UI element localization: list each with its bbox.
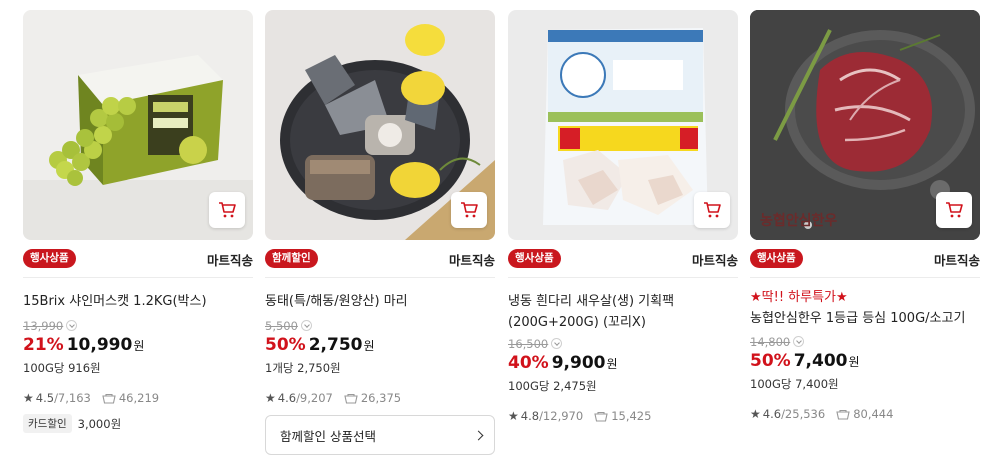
discount-percent: 50% <box>265 335 306 355</box>
chevron-down-icon[interactable] <box>66 320 78 331</box>
rating-value: 4.6 <box>762 407 782 421</box>
product-image[interactable] <box>265 10 495 240</box>
shipping-label: 마트직송 <box>691 253 738 268</box>
rating-value: 4.6 <box>277 391 297 405</box>
shipping-label: 마트직송 <box>448 253 495 268</box>
shopping-cart-icon <box>461 202 478 218</box>
review-count: /7,163 <box>54 391 91 405</box>
purchase-count: 15,425 <box>611 409 652 423</box>
sale-price: 50% 2,750원 <box>265 335 375 355</box>
card-discount-tag: 카드할인 <box>23 414 72 433</box>
price-amount: 2,750 <box>308 335 363 355</box>
product-name[interactable]: 동태(특/해동/원양산) 마리 <box>265 291 495 312</box>
discount-percent: 21% <box>23 335 64 355</box>
unit-price: 100G당 7,400원 <box>750 377 839 391</box>
unit-price: 100G당 916원 <box>23 361 101 375</box>
card-discount-amount: 3,000원 <box>77 416 122 431</box>
original-price: 5,500 <box>265 319 495 333</box>
star-icon: ★ <box>508 409 519 423</box>
original-price: 16,500 <box>508 337 738 351</box>
product-meta: ★ 4.6 /9,207 26,375 <box>265 391 495 405</box>
price-amount: 10,990 <box>66 335 133 355</box>
product-name[interactable]: 냉동 흰다리 새우살(생) 기획팩(200G+200G) (꼬리X) <box>508 291 738 333</box>
card-discount: 카드할인 3,000원 <box>23 414 253 433</box>
shipping-label: 마트직송 <box>206 253 253 268</box>
event-badge: 행사상품 <box>508 249 561 268</box>
rating-value: 4.5 <box>35 391 55 405</box>
purchase-count: 80,444 <box>853 407 894 421</box>
product-name[interactable]: 15Brix 샤인머스캣 1.2KG(박스) <box>23 291 253 312</box>
product-image[interactable]: 농협안심한우 <box>750 10 980 240</box>
purchase-count: 46,219 <box>118 391 160 405</box>
product-meta: ★ 4.8 /12,970 15,425 <box>508 409 738 423</box>
sale-price: 40% 9,900원 <box>508 353 618 373</box>
purchase-bag-icon <box>344 393 358 404</box>
purchase-count: 26,375 <box>360 391 402 405</box>
event-badge: 행사상품 <box>23 249 76 268</box>
nh-hanwoo-logo-text: 농협안심한우 <box>760 212 837 228</box>
discount-percent: 40% <box>508 353 549 373</box>
purchase-bag-icon <box>836 409 850 420</box>
product-meta: ★ 4.5 /7,163 46,219 <box>23 391 253 405</box>
shipping-label: 마트직송 <box>933 253 980 268</box>
shopping-cart-icon <box>946 202 963 218</box>
original-price: 13,990 <box>23 319 253 333</box>
star-icon: ★ <box>750 407 761 421</box>
product-card[interactable]: 함께할인 마트직송 동태(특/해동/원양산) 마리 5,500 50% 2,750… <box>265 10 495 455</box>
purchase-bag-icon <box>102 393 116 404</box>
product-card[interactable]: 행사상품 마트직송 15Brix 샤인머스캣 1.2KG(박스) 13,990 … <box>23 10 253 433</box>
add-to-cart-button[interactable] <box>451 192 487 228</box>
bundle-option-select-button[interactable]: 함께할인 상품선택 <box>265 415 495 455</box>
rating-value: 4.8 <box>520 409 540 423</box>
product-meta: ★ 4.6 /25,536 80,444 <box>750 407 980 421</box>
review-count: /12,970 <box>539 409 584 423</box>
price-amount: 7,400 <box>793 351 848 371</box>
sale-price: 21% 10,990원 <box>23 335 145 355</box>
sale-price: 50% 7,400원 <box>750 351 860 371</box>
purchase-bag-icon <box>594 411 608 422</box>
add-to-cart-button[interactable] <box>694 192 730 228</box>
product-image[interactable] <box>23 10 253 240</box>
chevron-right-icon <box>473 430 484 440</box>
product-name[interactable]: 농협안심한우 1등급 등심 100G/소고기 <box>750 308 980 329</box>
product-card[interactable]: 농협안심한우 행사상품 마트직송 ★딱!! 하루특가★ 농협안심한우 1등급 등… <box>750 10 980 421</box>
chevron-down-icon[interactable] <box>300 320 312 331</box>
add-to-cart-button[interactable] <box>936 192 972 228</box>
chevron-down-icon[interactable] <box>793 336 805 347</box>
unit-price: 1개당 2,750원 <box>265 361 341 375</box>
unit-price: 100G당 2,475원 <box>508 379 597 393</box>
review-count: /9,207 <box>296 391 333 405</box>
discount-percent: 50% <box>750 351 791 371</box>
original-price: 14,800 <box>750 335 980 349</box>
price-amount: 9,900 <box>551 353 606 373</box>
star-icon: ★ <box>23 391 34 405</box>
option-button-label: 함께할인 상품선택 <box>280 428 376 444</box>
event-badge: 행사상품 <box>750 249 803 268</box>
product-image[interactable] <box>508 10 738 240</box>
shopping-cart-icon <box>219 202 236 218</box>
promo-label: ★딱!! 하루특가★ <box>750 290 848 305</box>
shopping-cart-icon <box>704 202 721 218</box>
review-count: /25,536 <box>781 407 826 421</box>
star-icon: ★ <box>265 391 276 405</box>
chevron-down-icon[interactable] <box>551 338 563 349</box>
add-to-cart-button[interactable] <box>209 192 245 228</box>
bundle-discount-badge: 함께할인 <box>265 249 318 268</box>
product-card[interactable]: 행사상품 마트직송 냉동 흰다리 새우살(생) 기획팩(200G+200G) (… <box>508 10 738 423</box>
